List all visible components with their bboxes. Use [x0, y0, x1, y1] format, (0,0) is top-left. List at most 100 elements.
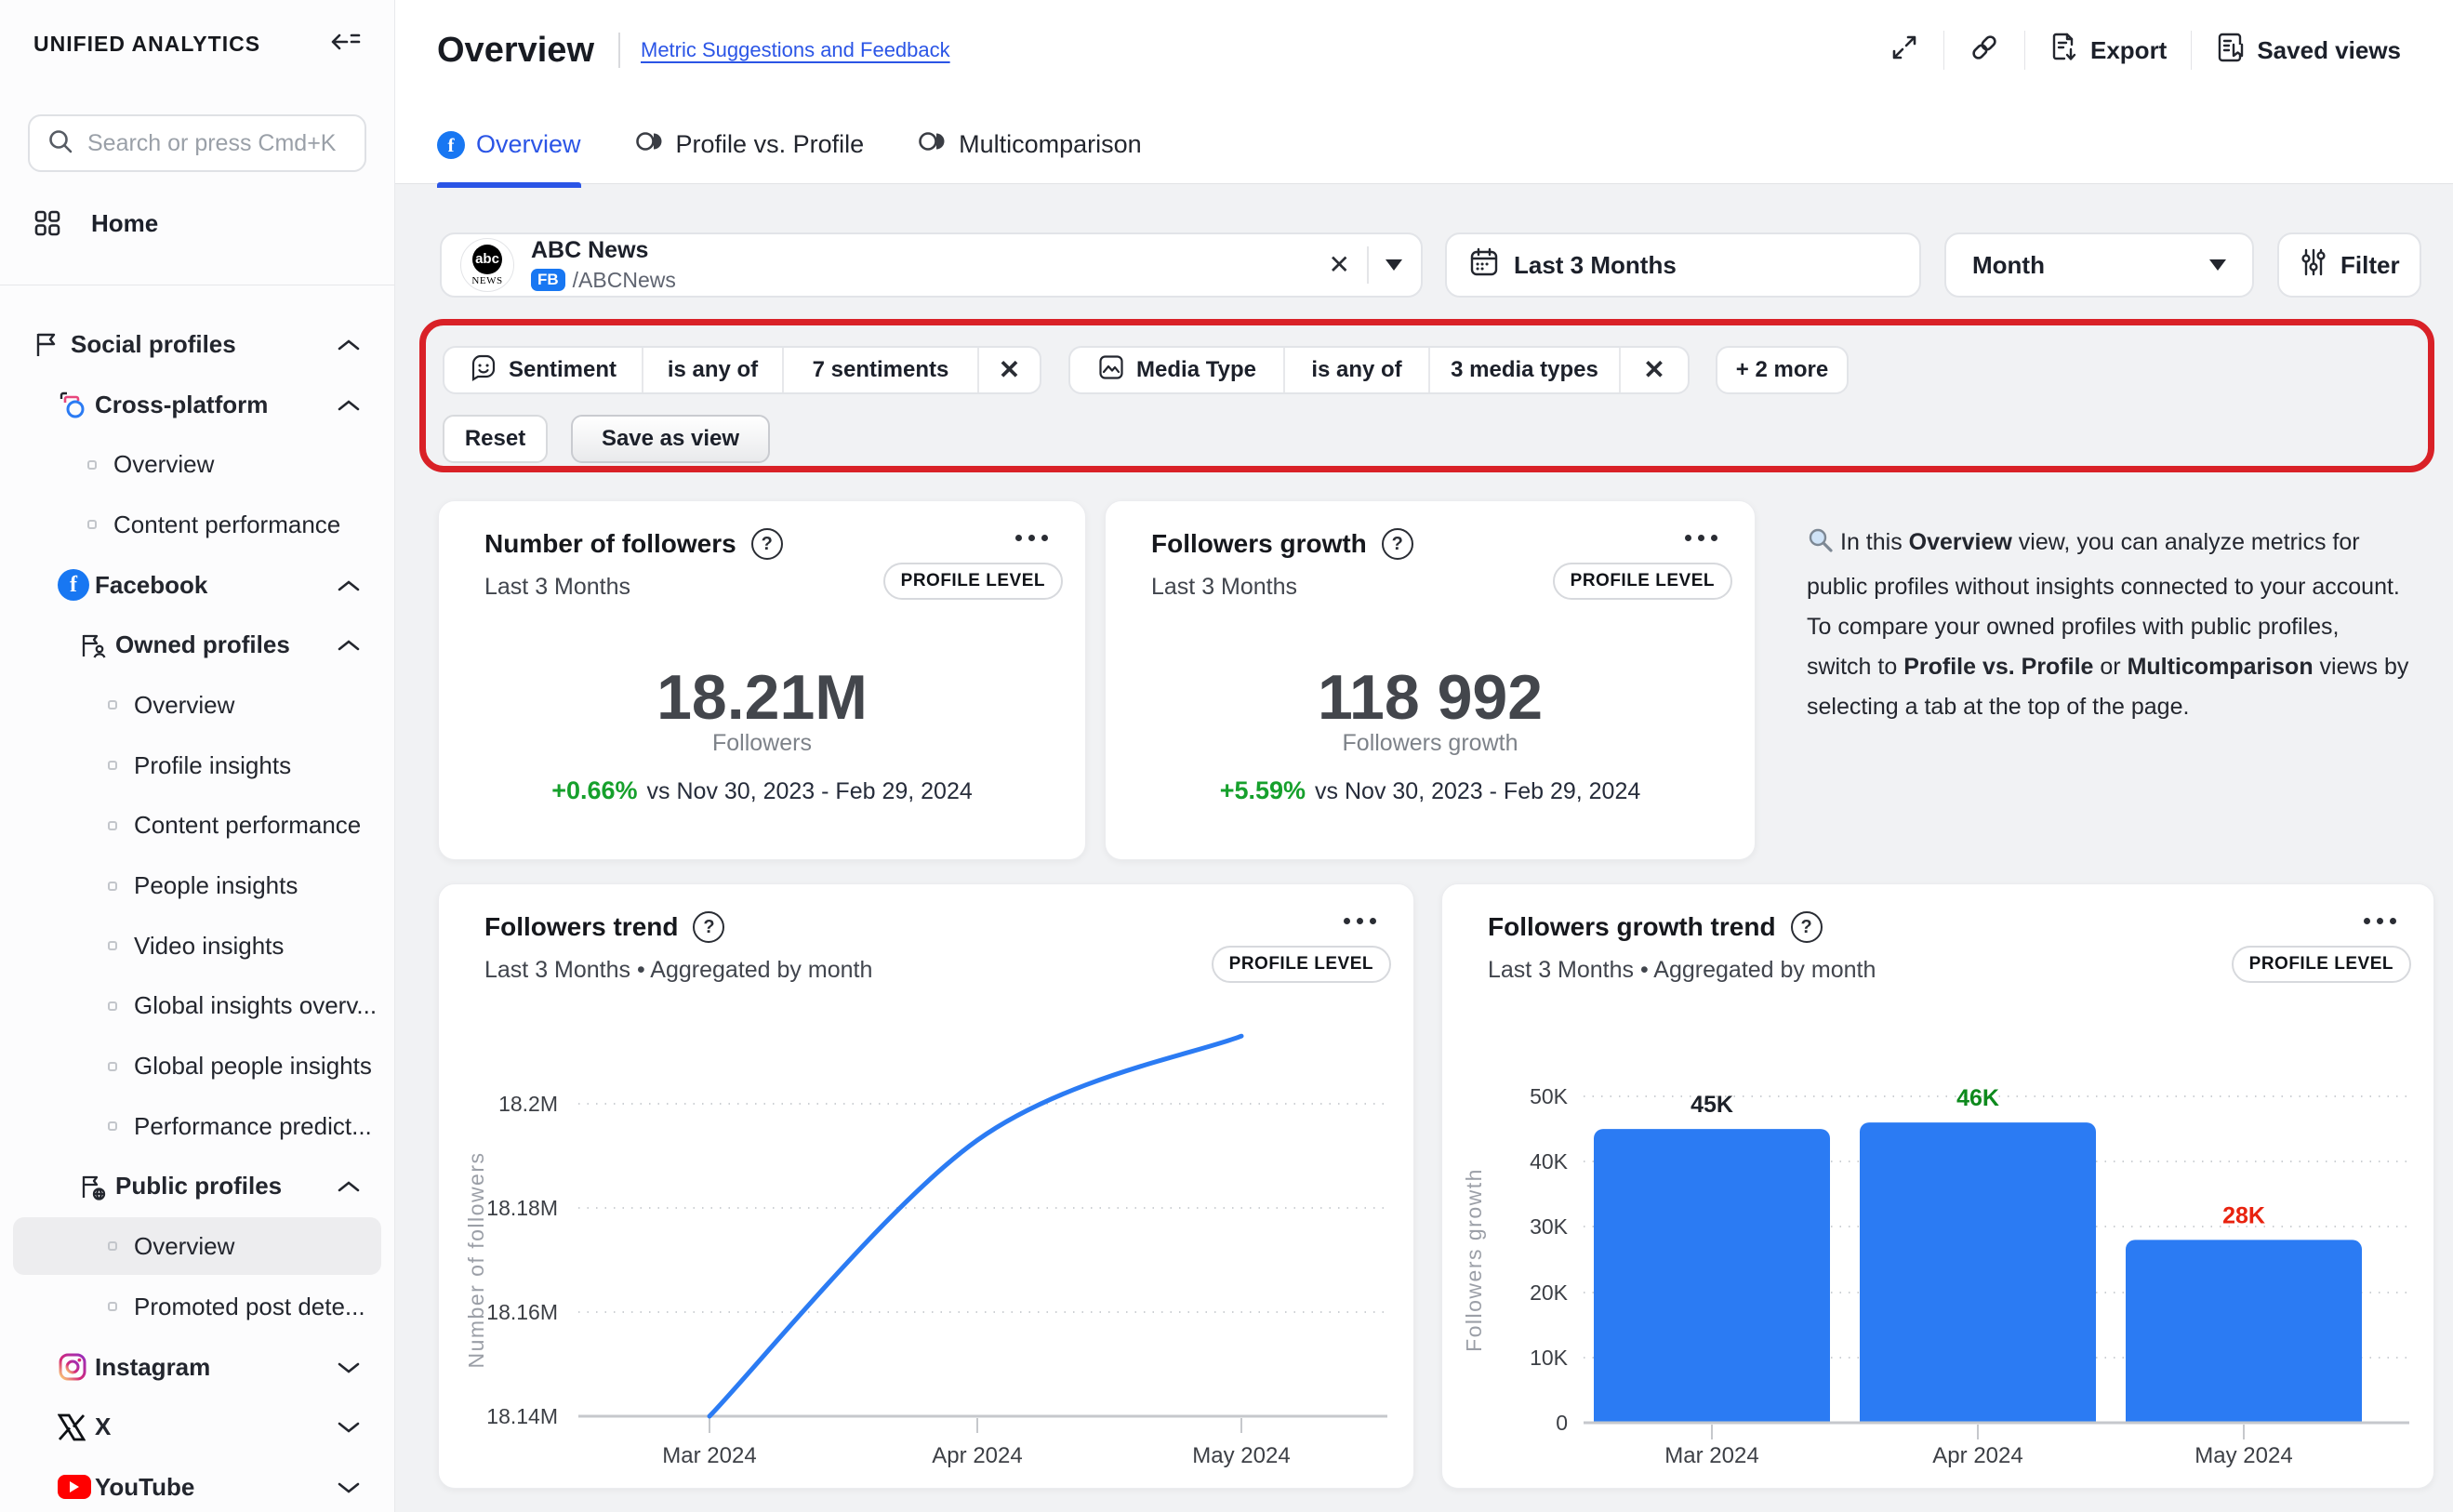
sidebar-item-performance-prediction[interactable]: Performance predict... — [0, 1096, 394, 1157]
bullet-icon — [108, 761, 117, 770]
sentiment-operator-segment[interactable]: is any of — [643, 348, 784, 392]
followers-trend-line[interactable] — [709, 1036, 1241, 1416]
nav-item-label: Promoted post dete... — [134, 1293, 365, 1321]
info-bold: Multicomparison — [2128, 654, 2314, 680]
followers-growth-chart[interactable]: Followers growth 0 10K 20K 30K 40K 50K — [1442, 1015, 2435, 1479]
export-button[interactable]: Export — [2049, 32, 2167, 70]
copy-link-button[interactable] — [1969, 32, 2000, 70]
kpi-delta-context: vs Nov 30, 2023 - Feb 29, 2024 — [647, 778, 973, 804]
filter-chip-media-type: Media Type is any of 3 media types ✕ — [1068, 346, 1690, 394]
help-icon[interactable]: ? — [1791, 911, 1823, 943]
media-type-icon — [1097, 353, 1125, 388]
chip-operator-label: is any of — [1311, 357, 1401, 383]
bullet-icon — [87, 520, 97, 529]
help-icon[interactable]: ? — [693, 911, 724, 943]
group-label: YouTube — [95, 1473, 194, 1502]
chevron-up-icon — [337, 630, 361, 659]
card-more-menu[interactable] — [1344, 918, 1376, 924]
chevron-up-icon — [337, 391, 361, 419]
sidebar-group-facebook[interactable]: f Facebook — [0, 555, 394, 616]
sentiment-remove-segment[interactable]: ✕ — [979, 348, 1040, 392]
bar-label-may: 28K — [2222, 1202, 2265, 1228]
more-filters-chip[interactable]: + 2 more — [1716, 346, 1849, 394]
followers-trend-chart[interactable]: Number of followers 18.14M 18.16M 18.18M… — [439, 1015, 1415, 1479]
sidebar-collapse-button[interactable] — [325, 23, 366, 64]
sentiment-value-segment[interactable]: 7 sentiments — [784, 348, 979, 392]
profile-selector[interactable]: abc NEWS ABC News FB /ABCNews ✕ — [440, 232, 1423, 298]
chevron-down-icon — [337, 1413, 361, 1441]
svg-text:18.16M: 18.16M — [486, 1300, 558, 1324]
sidebar-item-profile-insights[interactable]: Profile insights — [0, 736, 394, 796]
export-icon — [2049, 32, 2079, 70]
home-grid-icon — [33, 209, 71, 237]
facebook-icon: f — [437, 129, 465, 160]
filter-label: Filter — [2340, 251, 2400, 280]
export-label: Export — [2090, 36, 2167, 65]
sidebar-group-youtube[interactable]: YouTube — [0, 1457, 394, 1512]
sidebar-item-home[interactable]: Home — [33, 193, 366, 253]
remove-profile-icon[interactable]: ✕ — [1329, 252, 1350, 278]
chip-field-label: Sentiment — [509, 357, 617, 383]
sidebar-search[interactable] — [28, 114, 366, 172]
group-label: Instagram — [95, 1353, 210, 1382]
card-more-menu[interactable] — [1685, 535, 1717, 541]
sidebar-group-cross-platform[interactable]: Cross-platform — [0, 375, 394, 435]
bar-mar-2024[interactable] — [1594, 1129, 1830, 1436]
sidebar-item-content-performance[interactable]: Content performance — [0, 796, 394, 856]
group-label: Public profiles — [115, 1172, 282, 1200]
media-type-remove-segment[interactable]: ✕ — [1621, 348, 1688, 392]
tab-profile-vs-profile[interactable]: Profile vs. Profile — [635, 110, 865, 184]
sidebar-section-social-profiles[interactable]: Social profiles — [0, 314, 394, 375]
nav-item-label: People insights — [134, 871, 298, 900]
aggregation-select[interactable]: Month — [1944, 232, 2254, 298]
saved-views-button[interactable]: Saved views — [2216, 32, 2401, 70]
sentiment-field-segment[interactable]: Sentiment — [444, 348, 643, 392]
sidebar-item-people-insights[interactable]: People insights — [0, 855, 394, 916]
date-range-picker[interactable]: Last 3 Months — [1445, 232, 1921, 298]
sidebar-item-cross-platform-overview[interactable]: Overview — [0, 434, 394, 495]
page-title: Overview — [437, 31, 594, 71]
bar-may-2024[interactable] — [2126, 1240, 2362, 1436]
kpi-value-label: Followers growth — [1106, 730, 1755, 757]
sidebar-item-video-insights[interactable]: Video insights — [0, 916, 394, 976]
fullscreen-button[interactable] — [1889, 33, 1919, 69]
sidebar-group-public-profiles[interactable]: Public profiles — [0, 1157, 394, 1217]
sidebar-item-promoted-post-detection[interactable]: Promoted post dete... — [0, 1277, 394, 1337]
kpi-delta-context: vs Nov 30, 2023 - Feb 29, 2024 — [1315, 778, 1640, 804]
reset-filters-button[interactable]: Reset — [443, 415, 548, 463]
sidebar-item-global-people-insights[interactable]: Global people insights — [0, 1036, 394, 1096]
close-icon: ✕ — [1643, 357, 1664, 383]
tab-multicomparison[interactable]: Multicomparison — [918, 110, 1142, 184]
sidebar-group-owned-profiles[interactable]: Owned profiles — [0, 615, 394, 675]
search-input[interactable] — [87, 130, 387, 157]
more-filters-label: + 2 more — [1736, 357, 1828, 383]
sidebar-item-owned-overview[interactable]: Overview — [0, 675, 394, 736]
sidebar-group-x[interactable]: X — [0, 1397, 394, 1457]
card-more-menu[interactable] — [2364, 918, 2396, 924]
group-label: X — [95, 1413, 111, 1441]
toolbar-divider — [1943, 31, 1944, 70]
media-type-operator-segment[interactable]: is any of — [1285, 348, 1430, 392]
bar-apr-2024[interactable] — [1860, 1122, 2096, 1436]
sidebar-item-global-insights-overview[interactable]: Global insights overv... — [0, 976, 394, 1037]
sidebar-group-instagram[interactable]: Instagram — [0, 1337, 394, 1398]
media-type-value-segment[interactable]: 3 media types — [1430, 348, 1621, 392]
save-as-view-button[interactable]: Save as view — [571, 415, 770, 463]
x-tick-labels: Mar 2024 Apr 2024 May 2024 — [662, 1443, 1290, 1468]
card-more-menu[interactable] — [1015, 535, 1048, 541]
svg-text:May 2024: May 2024 — [2194, 1443, 2292, 1468]
save-as-view-label: Save as view — [602, 426, 739, 452]
sidebar-item-public-overview-selected[interactable]: Overview — [13, 1217, 381, 1275]
tab-overview[interactable]: f Overview — [437, 110, 581, 184]
metric-suggestions-link[interactable]: Metric Suggestions and Feedback — [641, 38, 950, 62]
card-title: Number of followers — [484, 529, 736, 559]
info-text: In this — [1840, 529, 1909, 555]
profile-dropdown-caret[interactable] — [1386, 259, 1402, 271]
svg-text:20K: 20K — [1530, 1280, 1569, 1305]
help-icon[interactable]: ? — [751, 528, 783, 560]
svg-text:Apr 2024: Apr 2024 — [932, 1443, 1022, 1468]
help-icon[interactable]: ? — [1382, 528, 1413, 560]
sidebar-item-cross-platform-content-performance[interactable]: Content performance — [0, 495, 394, 555]
media-type-field-segment[interactable]: Media Type — [1070, 348, 1285, 392]
filter-button[interactable]: Filter — [2277, 232, 2421, 298]
